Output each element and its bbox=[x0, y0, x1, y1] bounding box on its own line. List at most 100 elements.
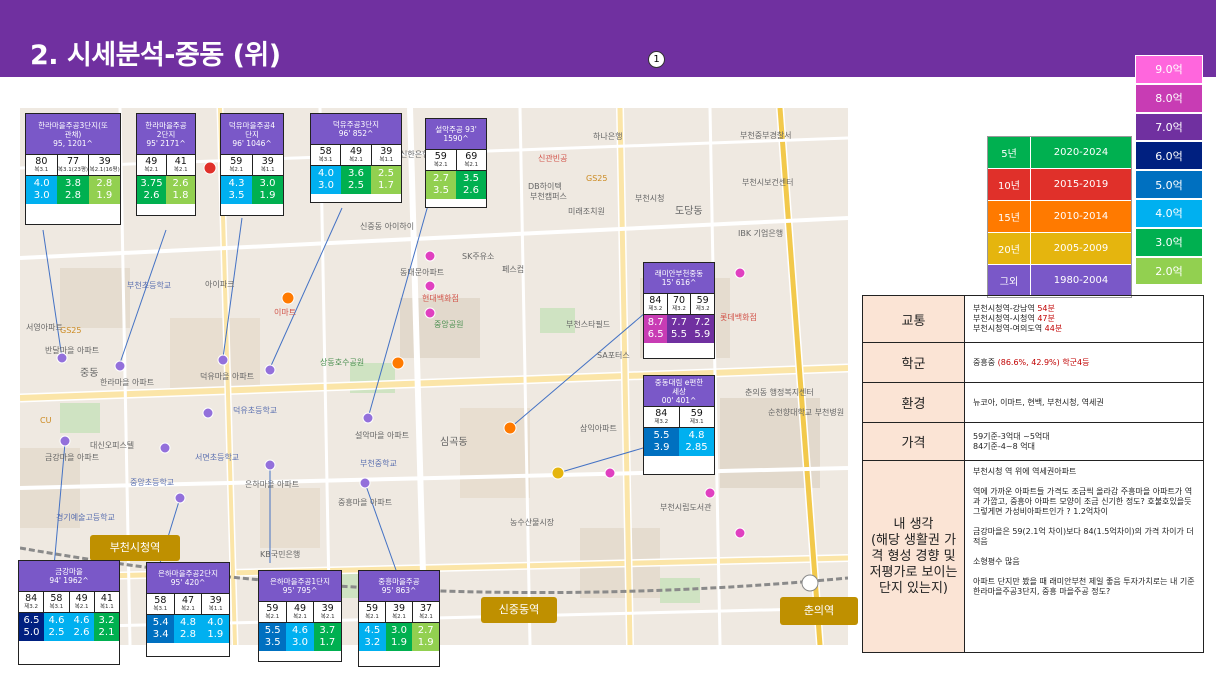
jeonse-price: 2.1 bbox=[98, 627, 115, 638]
sale-price: 4.0 bbox=[33, 178, 50, 189]
size-type: 복3.1(23평) bbox=[57, 167, 89, 173]
map-label: 중앙초등학교 bbox=[130, 478, 175, 487]
price-header: 가격 bbox=[862, 422, 965, 461]
complex-card-hanra3[interactable]: 한라마을주공3단지(또 관채) 95, 1201^ 80 복3.1 77 복3.1(23평)… bbox=[25, 113, 121, 225]
price-cell: 8.7 6.5 bbox=[644, 315, 668, 343]
map-label: 이마트 bbox=[274, 308, 297, 317]
complex-sizes: 58 복3.1 47 복2.1 39 복1.1 bbox=[147, 593, 229, 614]
info-row-price: 가격 59기준-3억대 ~5억대 84기준-4~8 억대 bbox=[862, 422, 1204, 461]
jeonse-price: 2.85 bbox=[685, 442, 708, 453]
year-legend-row: 그외 1980-2004 bbox=[988, 265, 1131, 297]
size-type: 복2.1 bbox=[365, 614, 379, 620]
size-type: 복2.1 bbox=[229, 167, 244, 173]
year-legend-range: 2010-2014 bbox=[1031, 201, 1131, 233]
map-label: 부천시립도서관 bbox=[660, 503, 712, 512]
station-sinjungdong[interactable]: 신중동역 bbox=[481, 597, 557, 623]
complex-name: 설악주공 93' 1590^ bbox=[426, 119, 486, 149]
jeonse-price: 3.4 bbox=[152, 629, 169, 640]
size-pyeong: 39 bbox=[209, 595, 222, 606]
size-pyeong: 39 bbox=[380, 146, 393, 157]
map-label: IBK 기업은행 bbox=[738, 229, 784, 238]
sale-price: 4.6 bbox=[292, 625, 308, 636]
opinion-p4: 소형평수 많음 bbox=[973, 557, 1020, 566]
sale-price: 4.5 bbox=[364, 625, 381, 636]
map-label: 한라마을 아파트 bbox=[100, 378, 155, 387]
map-label: 은하마을 아파트 bbox=[245, 480, 300, 489]
station-bucheon-city-hall[interactable]: 부천시청역 bbox=[90, 535, 180, 561]
year-legend-row: 10년 2015-2019 bbox=[988, 169, 1131, 201]
year-legend: 5년 2020-2024 10년 2015-2019 15년 2010-2014 20년 20… bbox=[987, 136, 1132, 298]
complex-card-geumgang[interactable]: 금강마을 94' 1962^ 84 제3.2 58 복3.1 49 복2.1 41 복1.1 6.5… bbox=[18, 560, 120, 665]
complex-card-seorak[interactable]: 설악주공 93' 1590^ 59 복2.1 69 복2.1 2.7 3.5 3.5 2.6 bbox=[425, 118, 487, 208]
map-label: 순천향대학교 부천병원 bbox=[768, 408, 845, 417]
size-pyeong: 59 bbox=[696, 295, 709, 306]
complex-name-line: 2단지 bbox=[156, 129, 176, 139]
price-cell: 3.7 1.7 bbox=[313, 623, 341, 651]
size-type: 복3.1 bbox=[153, 606, 168, 612]
size-cell: 80 복3.1 bbox=[26, 155, 58, 175]
size-pyeong: 84 bbox=[649, 295, 662, 306]
size-type: 제3.2 bbox=[648, 306, 663, 312]
complex-card-raemian[interactable]: 래미안부천중동 15' 616^ 84 제3.2 70 제3.2 59 제3.2 8.7 6.5 7… bbox=[643, 262, 715, 359]
price-cell: 4.0 3.0 bbox=[26, 176, 58, 204]
price-line-2: 84기준-4~8 억대 bbox=[973, 441, 1035, 451]
size-type: 복1.1 bbox=[260, 167, 275, 173]
size-type: 복2.1 bbox=[74, 604, 89, 610]
complex-name: 금강마을 94' 1962^ bbox=[19, 561, 119, 591]
size-cell: 47 복2.1 bbox=[175, 594, 203, 614]
year-legend-label: 15년 bbox=[988, 201, 1031, 233]
complex-card-eunha2[interactable]: 은하마을주공2단지 95' 420^ 58 복3.1 47 복2.1 39 복1.1 5.4 3.… bbox=[146, 562, 230, 657]
complex-card-deokyu3[interactable]: 덕유주공3단지 96' 852^ 58 복3.1 49 복2.1 39 복1.1 4.0 3.0 3… bbox=[310, 113, 402, 203]
complex-card-daerim[interactable]: 중동대림 e편한 세상 00' 401^ 84 제3.2 59 제3.1 5.5 3.9 4.8 2… bbox=[643, 375, 715, 475]
sale-price: 3.7 bbox=[319, 625, 336, 636]
traffic-line-1: 부천시청역-강남역 bbox=[973, 304, 1038, 313]
map-label: 신관빈공 bbox=[538, 154, 568, 163]
jeonse-price: 1.9 bbox=[96, 190, 113, 201]
complex-name: 덕유마을주공4 단지 96' 1046^ bbox=[221, 114, 283, 154]
size-type: 복2.1 bbox=[433, 162, 448, 168]
traffic-line-2: 부천시청역-시청역 bbox=[973, 314, 1038, 323]
sale-price: 2.8 bbox=[96, 178, 113, 189]
price-legend-swatch: 8.0억 bbox=[1135, 83, 1203, 113]
jeonse-price: 1.7 bbox=[378, 180, 394, 191]
complex-meta: 1590^ bbox=[443, 134, 469, 143]
complex-name-line: 한라마을주공3단지(또 bbox=[38, 120, 108, 130]
complex-card-eunha1[interactable]: 은하마을주공1단지 95' 795^ 59 복2.1 49 복2.1 39 복2.1 5.5 3.… bbox=[258, 570, 342, 662]
jeonse-price: 3.5 bbox=[228, 190, 245, 201]
size-type: 복2.1 bbox=[320, 614, 335, 620]
complex-name-line: 래미안부천중동 bbox=[654, 269, 704, 278]
size-pyeong: 59 bbox=[266, 603, 279, 614]
size-cell: 59 복2.1 bbox=[359, 602, 386, 622]
size-type: 제3.2 bbox=[24, 604, 39, 610]
price-cell: 2.5 1.7 bbox=[371, 166, 401, 194]
size-type: 복1.1 bbox=[208, 606, 223, 612]
price-legend-swatch: 5.0억 bbox=[1135, 170, 1203, 199]
complex-card-hanra2[interactable]: 한라마을주공 2단지 95' 2171^ 49 복2.1 41 복2.1 3.75 2.6 2.6… bbox=[136, 113, 196, 216]
complex-name: 한라마을주공 2단지 95' 2171^ bbox=[137, 114, 195, 154]
complex-name-line: 덕유마을주공4 bbox=[228, 120, 276, 130]
price-cell: 4.8 2.8 bbox=[174, 615, 202, 643]
sale-price: 2.7 bbox=[433, 173, 449, 184]
slide: 2. 시세분석-중동 (위) 1 하나은행 신관빈공 신한은행 GS25 DB하… bbox=[0, 0, 1216, 684]
complex-meta: 96' 852^ bbox=[338, 129, 374, 138]
complex-card-jungheung[interactable]: 중흥마을주공 95' 863^ 59 복2.1 39 복2.1 37 복2.1 4.5 3.2 3.… bbox=[358, 570, 440, 667]
year-legend-label: 그외 bbox=[988, 265, 1031, 297]
price-legend-swatch: 2.0억 bbox=[1135, 256, 1203, 286]
size-pyeong: 84 bbox=[25, 593, 38, 604]
env-body: 뉴코아, 이마트, 현백, 부천시청, 역세권 bbox=[964, 382, 1204, 423]
complex-prices: 8.7 6.5 7.7 5.5 7.2 5.9 bbox=[644, 314, 714, 343]
sale-price: 2.5 bbox=[378, 168, 394, 179]
map-label: CU bbox=[40, 416, 52, 425]
year-legend-label: 20년 bbox=[988, 233, 1031, 265]
price-cell: 4.6 3.0 bbox=[286, 623, 314, 651]
price-legend-swatch: 4.0억 bbox=[1135, 198, 1203, 228]
size-pyeong: 37 bbox=[419, 603, 433, 614]
jeonse-price: 2.6 bbox=[143, 190, 160, 201]
sale-price: 5.4 bbox=[152, 617, 169, 628]
jeonse-price: 3.2 bbox=[364, 637, 381, 648]
size-pyeong: 84 bbox=[655, 408, 668, 419]
sale-price: 4.6 bbox=[73, 615, 90, 626]
complex-card-deokyu4[interactable]: 덕유마을주공4 단지 96' 1046^ 59 복2.1 39 복1.1 4.3 3.5 3.0 1… bbox=[220, 113, 284, 216]
map-label: 부천캠퍼스 bbox=[530, 192, 567, 201]
station-chunui[interactable]: 춘의역 bbox=[780, 597, 858, 625]
